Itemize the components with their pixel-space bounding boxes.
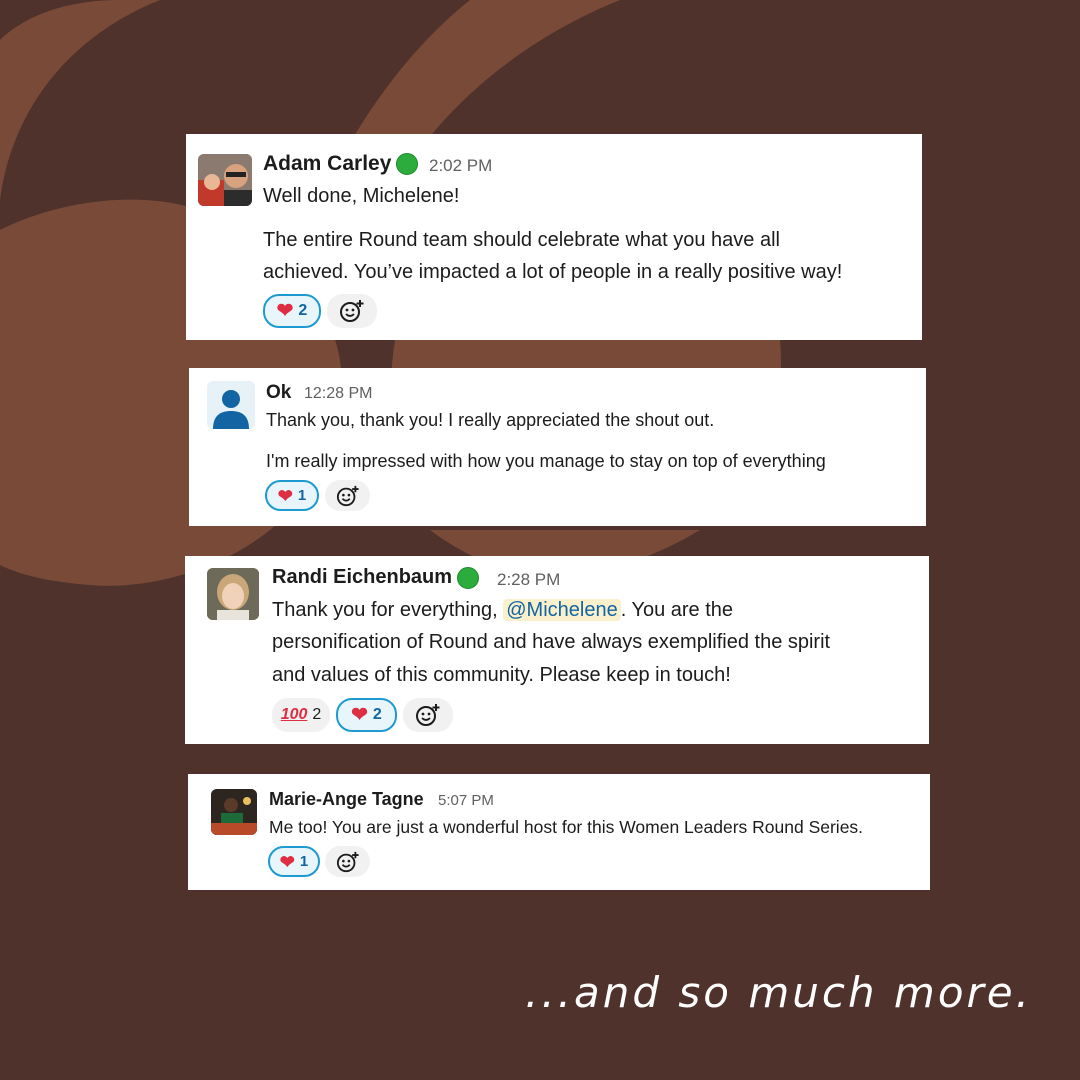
timestamp[interactable]: 2:02 PM bbox=[429, 156, 492, 176]
reaction-count: 1 bbox=[299, 853, 309, 870]
heart-icon: ❤ bbox=[276, 300, 294, 322]
user-icon bbox=[213, 390, 249, 429]
author-name[interactable]: Adam Carley bbox=[263, 152, 419, 176]
online-status-icon bbox=[457, 566, 480, 589]
author-name[interactable]: Randi Eichenbaum bbox=[272, 566, 480, 589]
message-text: achieved. You’ve impacted a lot of peopl… bbox=[263, 261, 843, 283]
message-text: Thank you, thank you! I really appreciat… bbox=[266, 410, 715, 430]
message-card: Adam Carley 2:02 PM Well done, Michelene… bbox=[186, 134, 922, 340]
online-status-icon bbox=[396, 153, 419, 176]
reaction-count: 1 bbox=[297, 487, 307, 504]
message-text: personification of Round and have always… bbox=[272, 631, 831, 653]
avatar[interactable] bbox=[207, 568, 259, 620]
add-reaction-button[interactable] bbox=[325, 480, 370, 511]
hundred-reaction[interactable]: 100 2 bbox=[272, 698, 330, 732]
timestamp[interactable]: 12:28 PM bbox=[304, 385, 372, 403]
avatar[interactable] bbox=[198, 154, 252, 206]
message-card: Randi Eichenbaum 2:28 PM Thank you for e… bbox=[185, 556, 929, 744]
reaction-count: 2 bbox=[312, 706, 322, 723]
heart-reaction[interactable]: ❤ 2 bbox=[336, 698, 397, 732]
avatar[interactable] bbox=[207, 381, 255, 429]
message-text: Thank you for everything, @Michelene. Yo… bbox=[272, 596, 733, 624]
message-card: Ok 12:28 PM Thank you, thank you! I real… bbox=[189, 368, 926, 526]
add-emoji-icon bbox=[340, 300, 364, 322]
tagline: ...and so much more. bbox=[524, 968, 1032, 1017]
message-text: The entire Round team should celebrate w… bbox=[263, 229, 780, 251]
heart-icon: ❤ bbox=[277, 485, 293, 506]
hundred-points-icon: 100 bbox=[280, 706, 308, 723]
add-reaction-button[interactable] bbox=[403, 698, 453, 732]
heart-reaction[interactable]: ❤ 2 bbox=[263, 294, 321, 328]
message-text: Me too! You are just a wonderful host fo… bbox=[269, 817, 864, 837]
timestamp[interactable]: 2:28 PM bbox=[497, 570, 560, 590]
heart-reaction[interactable]: ❤ 1 bbox=[268, 846, 320, 877]
message-text: Well done, Michelene! bbox=[263, 185, 460, 207]
add-reaction-button[interactable] bbox=[325, 846, 370, 877]
author-name-text[interactable]: Adam Carley bbox=[263, 152, 391, 175]
message-text: I'm really impressed with how you manage… bbox=[266, 451, 826, 471]
author-name[interactable]: Marie-Ange Tagne bbox=[269, 789, 424, 810]
add-emoji-icon bbox=[336, 485, 359, 506]
message-text: and values of this community. Please kee… bbox=[272, 664, 731, 686]
heart-icon: ❤ bbox=[279, 851, 295, 872]
heart-reaction[interactable]: ❤ 1 bbox=[265, 480, 319, 511]
add-emoji-icon bbox=[416, 704, 440, 726]
avatar[interactable] bbox=[211, 789, 257, 835]
add-emoji-icon bbox=[336, 851, 359, 872]
user-mention[interactable]: @Michelene bbox=[503, 599, 621, 621]
message-text-part: . You are the bbox=[620, 599, 734, 621]
timestamp[interactable]: 5:07 PM bbox=[438, 792, 494, 809]
reaction-count: 2 bbox=[372, 706, 382, 723]
author-name-text[interactable]: Randi Eichenbaum bbox=[272, 566, 452, 588]
message-text-part: Thank you for everything, bbox=[272, 599, 504, 621]
author-name[interactable]: Ok bbox=[266, 382, 291, 404]
heart-icon: ❤ bbox=[351, 704, 368, 726]
reaction-count: 2 bbox=[298, 302, 308, 319]
message-card: Marie-Ange Tagne 5:07 PM Me too! You are… bbox=[188, 774, 930, 890]
add-reaction-button[interactable] bbox=[327, 294, 377, 328]
